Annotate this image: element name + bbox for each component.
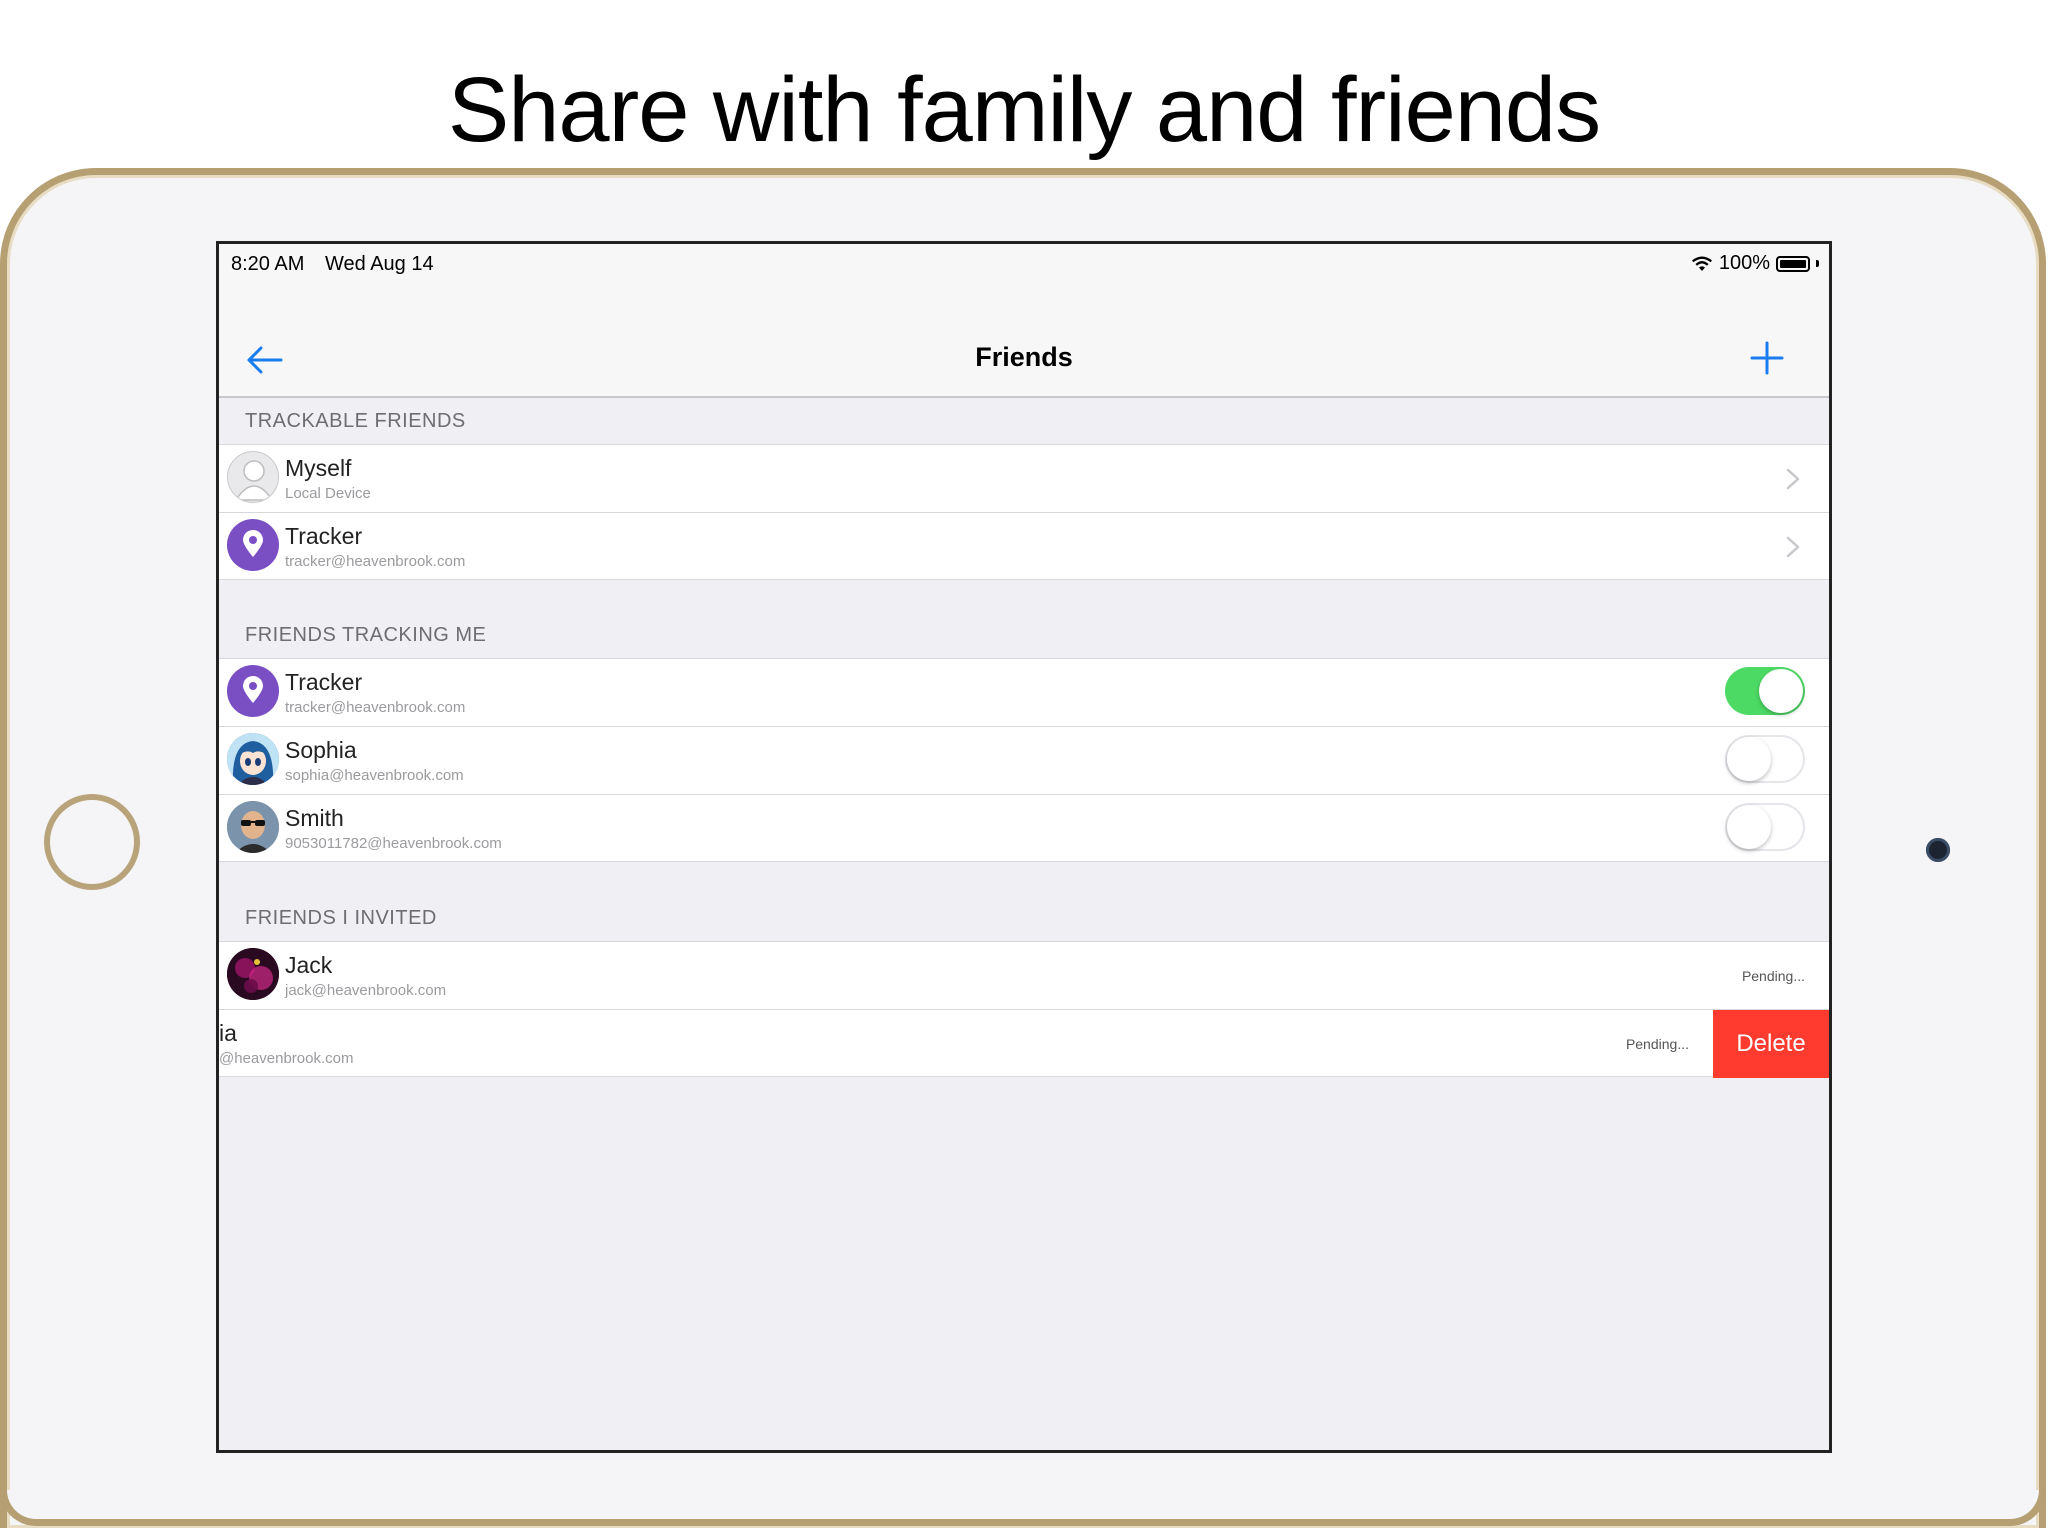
home-button[interactable] <box>44 794 140 890</box>
delete-button[interactable]: Delete <box>1713 1010 1829 1078</box>
abstract-avatar-icon <box>227 948 279 1000</box>
friend-name: Jack <box>285 952 333 978</box>
wifi-icon <box>1691 256 1712 271</box>
friend-subtitle: @heavenbrook.com <box>219 1050 354 1067</box>
share-toggle[interactable] <box>1725 667 1805 715</box>
friend-name: Smith <box>285 805 344 831</box>
friend-row-jack[interactable]: Jack jack@heavenbrook.com Pending... <box>219 941 1829 1009</box>
ipad-frame-bottom <box>0 1490 2046 1526</box>
person-placeholder-icon <box>234 460 274 501</box>
pending-status: Pending... <box>1741 968 1805 984</box>
status-bar: 8:20 AM Wed Aug 14 100% <box>219 244 1829 280</box>
man-sunglasses-avatar-icon <box>227 801 279 853</box>
battery-nub <box>1816 260 1819 267</box>
location-pin-icon <box>243 676 263 703</box>
avatar <box>227 519 279 571</box>
chevron-right-icon <box>1786 468 1800 490</box>
friend-name: Myself <box>285 455 352 481</box>
friend-subtitle: sophia@heavenbrook.com <box>285 767 464 784</box>
avatar <box>227 948 279 1000</box>
friend-subtitle: jack@heavenbrook.com <box>285 982 447 999</box>
section-header-invited: FRIENDS I INVITED <box>245 907 437 929</box>
status-right: 100% <box>1691 252 1819 275</box>
chevron-right-icon <box>1786 536 1800 558</box>
friend-row-tracker[interactable]: Tracker tracker@heavenbrook.com <box>219 512 1829 580</box>
anime-girl-avatar-icon <box>227 733 279 785</box>
friend-subtitle: Local Device <box>285 485 371 502</box>
pending-status: Pending... <box>1625 1036 1689 1052</box>
share-toggle[interactable] <box>1725 735 1805 783</box>
screen: 8:20 AM Wed Aug 14 100% Friends TRACKABL… <box>216 241 1832 1453</box>
avatar <box>227 733 279 785</box>
camera-icon <box>1926 838 1950 862</box>
friend-name: Sophia <box>285 737 357 763</box>
friend-row-smith: Smith 9053011782@heavenbrook.com <box>219 794 1829 862</box>
section-header-tracking-me: FRIENDS TRACKING ME <box>245 624 487 646</box>
friend-row-myself[interactable]: Myself Local Device <box>219 444 1829 512</box>
battery-icon <box>1776 255 1810 272</box>
battery-percent: 100% <box>1718 252 1770 274</box>
friend-subtitle: tracker@heavenbrook.com <box>285 699 466 716</box>
share-toggle[interactable] <box>1725 803 1805 851</box>
navigation-bar: Friends <box>219 280 1829 398</box>
avatar <box>227 451 279 503</box>
section-header-trackable: TRACKABLE FRIENDS <box>245 410 466 432</box>
headline: Share with family and friends <box>447 59 1601 161</box>
status-time: 8:20 AM <box>231 253 305 275</box>
friend-subtitle: tracker@heavenbrook.com <box>285 553 466 570</box>
friend-name: Tracker <box>285 669 363 695</box>
page-title: Friends <box>975 342 1073 372</box>
friend-name: Tracker <box>285 523 363 549</box>
plus-icon[interactable] <box>1749 340 1785 376</box>
friend-row-swiped[interactable]: ia @heavenbrook.com Pending... Delete <box>219 1009 1829 1078</box>
friend-name: ia <box>219 1020 237 1046</box>
friend-row-tracker: Tracker tracker@heavenbrook.com <box>219 658 1829 726</box>
location-pin-icon <box>243 530 263 557</box>
friend-row-sophia: Sophia sophia@heavenbrook.com <box>219 726 1829 794</box>
status-date: Wed Aug 14 <box>325 253 434 275</box>
friend-subtitle: 9053011782@heavenbrook.com <box>285 835 502 852</box>
avatar <box>227 665 279 717</box>
avatar <box>227 801 279 853</box>
